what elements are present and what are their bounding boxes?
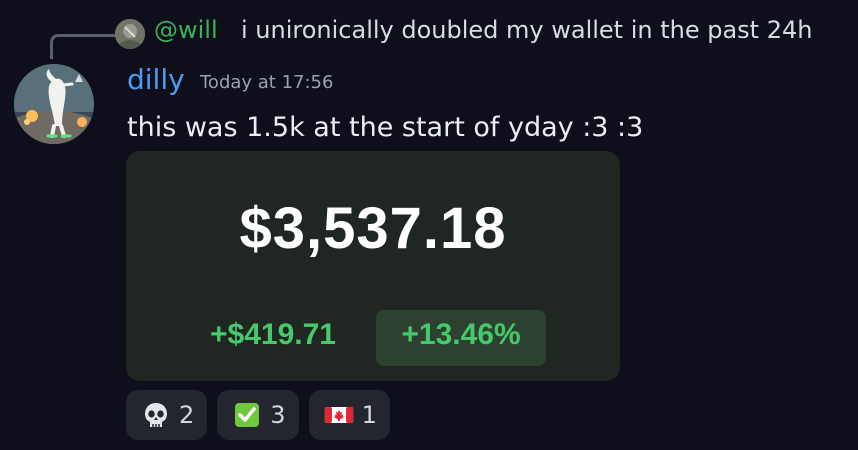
reply-username[interactable]: @will	[154, 16, 218, 44]
reaction-canada-flag[interactable]: 1	[308, 390, 390, 440]
gain-percent: +13.46%	[401, 318, 521, 351]
gain-percent-badge: +13.46%	[376, 310, 546, 366]
wallet-balance-embed[interactable]: $3,537.18 +$419.71 +13.46%	[126, 151, 620, 381]
message-timestamp[interactable]: Today at 17:56	[200, 72, 333, 93]
reaction-check[interactable]: 3	[217, 390, 299, 440]
avatar-image	[115, 19, 145, 49]
reaction-count: 3	[270, 401, 286, 429]
canada-flag-icon	[324, 407, 353, 423]
reaction-skull[interactable]: 2	[126, 390, 208, 440]
message-content: this was 1.5k at the start of yday :3 :3	[127, 112, 644, 143]
wallet-balance: $3,537.18	[239, 196, 507, 261]
gain-amount: +$419.71	[210, 318, 336, 351]
reply-avatar[interactable]	[115, 19, 145, 49]
reaction-count: 1	[361, 401, 377, 429]
reaction-count: 2	[179, 401, 195, 429]
author-name[interactable]: dilly	[127, 63, 185, 96]
check-mark-icon	[235, 403, 260, 427]
avatar-image	[14, 64, 94, 144]
skull-icon	[145, 403, 167, 427]
reaction-bar: 2 3 1	[126, 390, 390, 440]
author-avatar[interactable]	[14, 64, 94, 144]
reply-connector	[50, 34, 123, 59]
reply-preview-text[interactable]: i unironically doubled my wallet in the …	[241, 16, 812, 44]
